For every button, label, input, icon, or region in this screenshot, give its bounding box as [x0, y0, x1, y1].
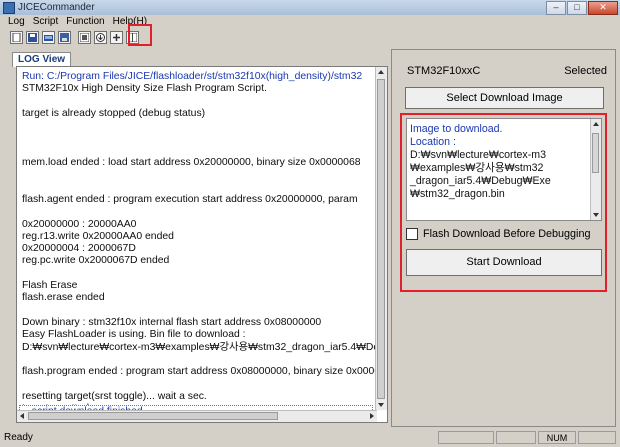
menu-function[interactable]: Function	[66, 16, 104, 27]
scroll-thumb[interactable]	[377, 79, 385, 399]
open-button[interactable]	[42, 30, 55, 44]
image-info-scrollbar[interactable]	[590, 119, 601, 220]
new-icon	[12, 32, 21, 42]
log-line: Flash Erase	[22, 280, 78, 292]
flash-before-debug-label: Flash Download Before Debugging	[423, 228, 591, 240]
menu-log[interactable]: Log	[8, 16, 25, 27]
status-cell-empty	[438, 431, 494, 444]
log-line: reg.r13.write 0x20000AA0 ended	[22, 230, 174, 242]
add-icon	[113, 33, 120, 41]
path-line: ₩stm32_dragon.bin	[410, 187, 505, 200]
log-line: reg.pc.write 0x2000067D ended	[22, 255, 170, 267]
menu-script[interactable]: Script	[33, 16, 59, 27]
log-view: Run: C:/Program Files/JICE/flashloader/s…	[16, 66, 388, 423]
download-icon	[96, 32, 105, 42]
toolbar	[0, 28, 620, 46]
device-name: STM32F10xxC	[407, 65, 481, 77]
window-controls: – □ ✕	[546, 1, 618, 15]
device-row: STM32F10xxC Selected	[407, 65, 607, 77]
save-as-icon	[60, 32, 69, 42]
log-line: flash.program ended : program start addr…	[22, 366, 377, 378]
log-line: resetting target(srst toggle)... wait a …	[22, 390, 207, 402]
select-download-image-button[interactable]: Select Download Image	[405, 87, 604, 109]
scroll-down-icon[interactable]	[593, 213, 599, 217]
scroll-up-icon[interactable]	[378, 70, 384, 74]
log-line: mem.load ended : load start address 0x20…	[22, 157, 361, 169]
log-line: flash.agent ended : program execution st…	[22, 193, 358, 205]
close-button[interactable]: ✕	[588, 1, 618, 15]
image-heading: Image to download.	[410, 123, 503, 135]
open-icon	[44, 34, 53, 41]
image-info-text: Image to download. Location : D:₩svn₩lec…	[410, 123, 590, 200]
log-horizontal-scrollbar[interactable]	[17, 410, 377, 422]
status-text: Ready	[4, 432, 33, 443]
scroll-thumb[interactable]	[592, 133, 599, 173]
path-line: _dragon_iar5.4₩Debug₩Exe	[410, 174, 551, 187]
start-download-button[interactable]: Start Download	[406, 249, 602, 276]
status-cell-empty	[578, 431, 616, 444]
hscroll-thumb[interactable]	[28, 412, 278, 420]
scroll-right-icon[interactable]	[370, 413, 374, 419]
download-group-highlight: Image to download. Location : D:₩svn₩lec…	[400, 113, 607, 292]
path-line: D:₩svn₩lecture₩cortex-m3	[410, 148, 546, 161]
scroll-left-icon[interactable]	[20, 413, 24, 419]
new-button[interactable]	[10, 30, 23, 44]
save-button[interactable]	[26, 30, 39, 44]
save-icon	[28, 32, 37, 42]
path-line: ₩examples₩강사용₩stm32	[410, 161, 544, 174]
download-button[interactable]	[94, 30, 107, 44]
minimize-button[interactable]: –	[546, 1, 566, 15]
window-title: JICECommander	[18, 2, 95, 13]
title-bar: JICECommander – □ ✕	[0, 0, 620, 15]
log-lines: Run: C:/Program Files/JICE/flashloader/s…	[22, 71, 377, 405]
log-line: Easy FlashLoader is using. Bin file to d…	[22, 329, 246, 341]
log-vertical-scrollbar[interactable]	[375, 67, 387, 410]
device-status: Selected	[564, 65, 607, 77]
scroll-down-icon[interactable]	[378, 403, 384, 407]
maximize-button[interactable]: □	[567, 1, 587, 15]
save-as-button[interactable]	[58, 30, 71, 44]
image-info-box: Image to download. Location : D:₩svn₩lec…	[406, 118, 602, 221]
status-bar: Ready NUM	[0, 430, 620, 447]
log-line: flash.erase ended	[22, 292, 105, 304]
log-line: Down binary : stm32f10x internal flash s…	[22, 316, 322, 328]
flash-before-debug-checkbox[interactable]	[406, 228, 418, 240]
app-icon	[3, 1, 15, 14]
log-line: STM32F10x High Density Size Flash Progra…	[22, 83, 267, 95]
log-line: 0x20000004 : 2000067D	[22, 243, 136, 255]
status-cell-empty	[496, 431, 536, 444]
log-line: 0x20000000 : 20000AA0	[22, 218, 137, 230]
toolbar-highlight	[128, 24, 152, 46]
control-panel: STM32F10xxC Selected Select Download Ima…	[391, 49, 616, 427]
log-panel: LOG View Run: C:/Program Files/JICE/flas…	[4, 49, 388, 427]
flash-before-debug-row: Flash Download Before Debugging	[406, 228, 602, 240]
log-line: target is already stopped (debug status)	[22, 107, 206, 119]
tab-log-view[interactable]: LOG View	[12, 52, 72, 67]
log-line: D:₩svn₩lecture₩cortex-m3₩examples₩강사용₩st…	[22, 341, 377, 353]
add-button[interactable]	[110, 30, 123, 44]
scroll-up-icon[interactable]	[593, 122, 599, 126]
location-label: Location :	[410, 135, 456, 148]
status-num: NUM	[538, 431, 576, 444]
image-icon	[80, 32, 89, 42]
image-button[interactable]	[78, 30, 91, 44]
log-line: Run: C:/Program Files/JICE/flashloader/s…	[22, 71, 363, 82]
menu-bar: Log Script Function Help(H)	[0, 15, 620, 28]
